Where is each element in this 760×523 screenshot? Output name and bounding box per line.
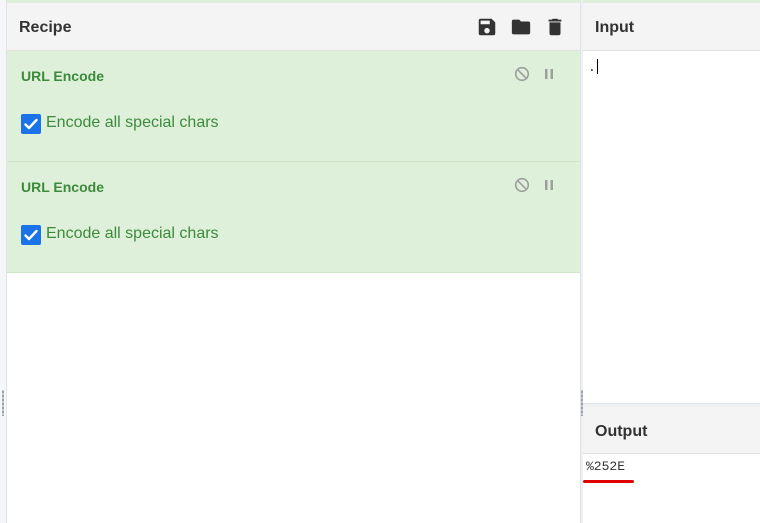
operation-title: URL Encode — [21, 179, 104, 195]
input-header: Input — [583, 3, 760, 51]
trash-icon[interactable] — [544, 16, 566, 38]
operation-title: URL Encode — [21, 68, 104, 84]
checkbox-label[interactable]: Encode all special chars — [46, 114, 219, 132]
output-panel: Output %252E — [583, 407, 760, 523]
encode-all-special-chars-checkbox[interactable] — [21, 114, 41, 134]
input-panel: Input . — [583, 3, 760, 403]
disable-operation-icon[interactable] — [514, 66, 530, 82]
recipe-header: Recipe — [7, 3, 580, 51]
operations-panel-edge — [0, 0, 7, 523]
text-cursor — [596, 59, 598, 74]
disable-operation-icon[interactable] — [514, 177, 530, 193]
output-title: Output — [595, 423, 648, 440]
output-header: Output — [583, 407, 760, 454]
output-value[interactable]: %252E — [586, 459, 625, 474]
pause-icon[interactable] — [541, 177, 557, 193]
folder-icon[interactable] — [510, 16, 532, 38]
encode-all-special-chars-checkbox[interactable] — [21, 225, 41, 245]
resize-handle[interactable] — [2, 390, 4, 416]
recipe-operation-url-encode[interactable]: URL Encode Encode all special chars — [7, 162, 580, 273]
input-title: Input — [595, 19, 635, 36]
checkbox-label[interactable]: Encode all special chars — [46, 225, 219, 243]
input-textarea[interactable]: . — [588, 59, 598, 75]
save-icon[interactable] — [476, 16, 498, 38]
pause-icon[interactable] — [541, 66, 557, 82]
recipe-title: Recipe — [19, 19, 72, 36]
recipe-panel: Recipe URL Encode Encode all special cha… — [7, 3, 580, 523]
input-value: . — [588, 60, 596, 75]
recipe-operation-url-encode[interactable]: URL Encode Encode all special chars — [7, 51, 580, 162]
red-underline-annotation — [583, 480, 634, 483]
